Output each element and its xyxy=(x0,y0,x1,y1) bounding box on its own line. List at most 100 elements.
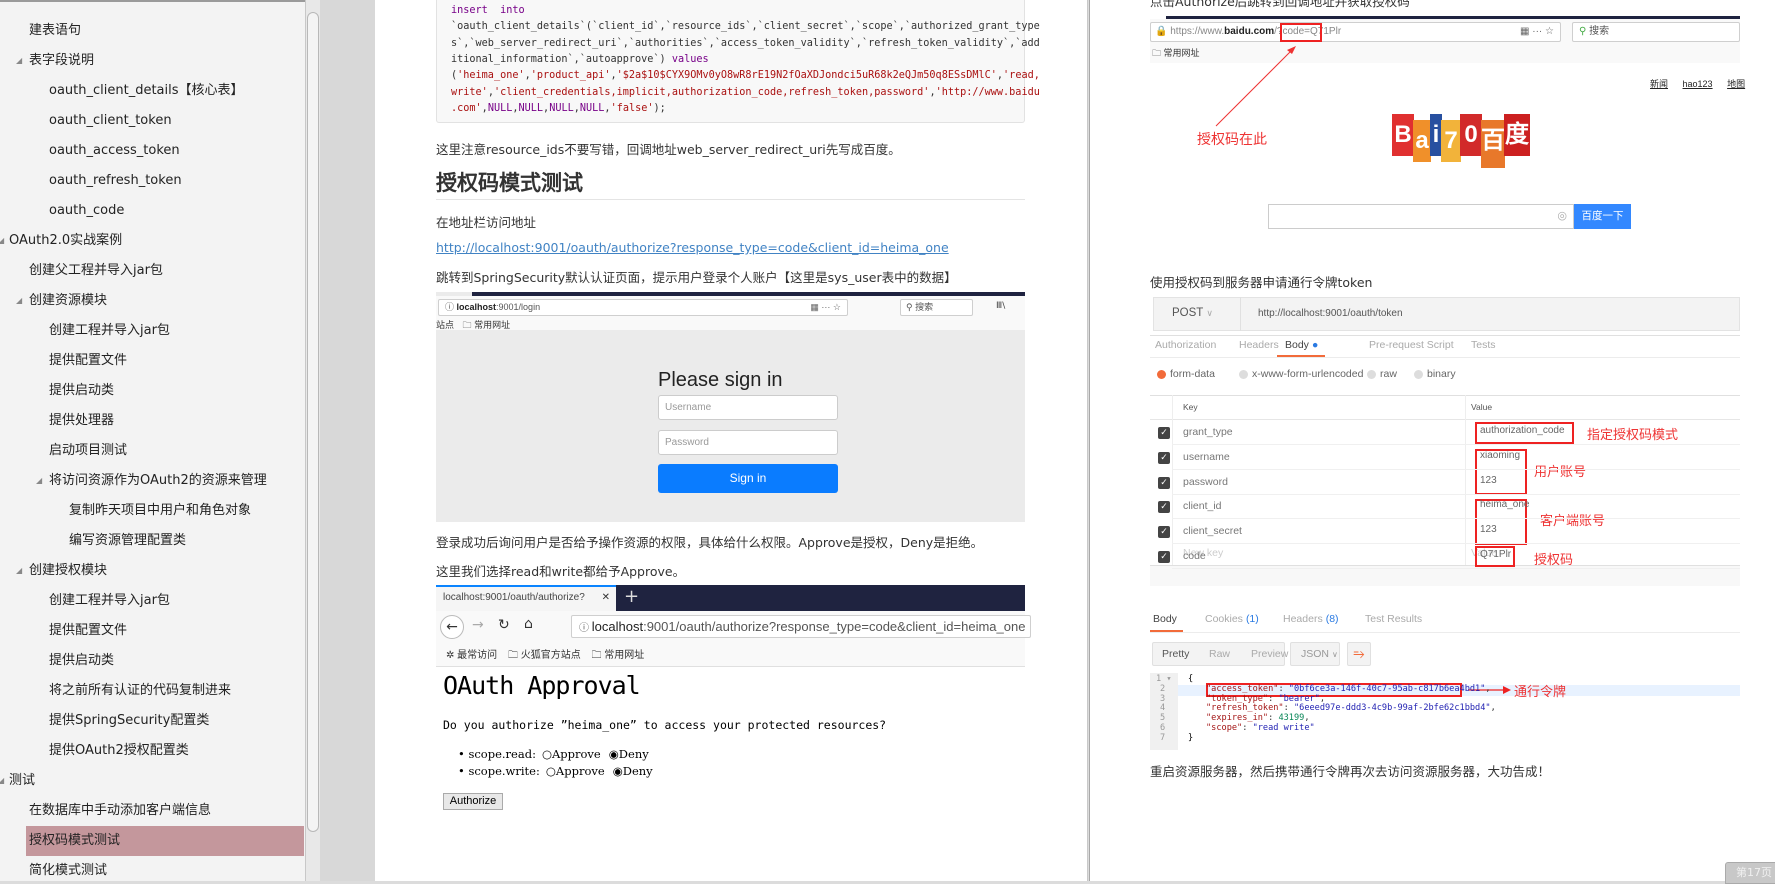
sidebar-item[interactable]: ◢ 测试 xyxy=(0,766,305,796)
row-checkbox[interactable]: ✓ xyxy=(1158,476,1170,489)
approve-radio[interactable]: ○ xyxy=(542,747,552,761)
view-mode-button[interactable]: Raw xyxy=(1209,648,1230,660)
row-checkbox[interactable]: ✓ xyxy=(1158,501,1170,514)
request-tab[interactable]: Pre-request Script xyxy=(1369,339,1454,351)
expand-triangle-icon[interactable]: ◢ xyxy=(0,226,4,256)
body-type-radio[interactable] xyxy=(1367,370,1376,379)
sidebar-item[interactable]: ◢ 表字段说明 xyxy=(0,46,305,76)
back-icon[interactable]: ← xyxy=(440,615,464,639)
row-value[interactable]: 123 xyxy=(1480,524,1497,535)
body-type-label[interactable]: x-www-form-urlencoded xyxy=(1252,368,1363,380)
browser-search-box[interactable]: ⚲ 搜索 xyxy=(900,299,973,316)
expand-triangle-icon[interactable]: ◢ xyxy=(36,466,42,496)
wrap-lines-icon[interactable]: ⥱ xyxy=(1347,642,1371,666)
bookmark-partial[interactable]: 站点 xyxy=(436,320,454,330)
expand-triangle-icon[interactable]: ◢ xyxy=(0,766,4,796)
row-checkbox[interactable]: ✓ xyxy=(1158,551,1170,563)
body-type-label[interactable]: binary xyxy=(1427,368,1456,380)
response-tab[interactable]: Cookies (1) xyxy=(1205,613,1259,625)
sidebar-item[interactable]: oauth_code xyxy=(0,196,305,226)
sidebar-item[interactable]: 提供启动类 xyxy=(0,376,305,406)
sidebar-item[interactable]: 简化模式测试 xyxy=(0,856,305,881)
sidebar-item[interactable]: oauth_client_details【核心表】 xyxy=(0,76,305,106)
expand-triangle-icon[interactable]: ◢ xyxy=(16,286,22,316)
home-icon[interactable]: ⌂ xyxy=(524,616,533,632)
expand-triangle-icon[interactable]: ◢ xyxy=(16,46,22,76)
sidebar-item[interactable]: 创建工程并导入jar包 xyxy=(0,586,305,616)
password-input[interactable]: Password xyxy=(658,430,838,455)
bookmark-common-sites[interactable]: 常用网址 xyxy=(604,650,644,661)
view-mode-button[interactable]: Pretty xyxy=(1162,648,1189,660)
request-url-input[interactable]: http://localhost:9001/oauth/token xyxy=(1258,308,1403,319)
baidu-search-input[interactable]: ◎ xyxy=(1268,204,1574,229)
expand-triangle-icon[interactable]: ◢ xyxy=(16,556,22,586)
method-select[interactable]: POST ∨ xyxy=(1172,307,1213,319)
authorize-button[interactable]: Authorize xyxy=(443,793,503,810)
library-icon[interactable]: Ⅲ\ xyxy=(996,301,1005,311)
sidebar-item[interactable]: 创建工程并导入jar包 xyxy=(0,316,305,346)
row-key[interactable]: grant_type xyxy=(1183,426,1233,438)
sidebar-item[interactable]: ◢ 将访问资源作为OAuth2的资源来管理 xyxy=(0,466,305,496)
row-key[interactable]: client_secret xyxy=(1183,525,1242,537)
sidebar-item[interactable]: 将之前所有认证的代码复制进来 xyxy=(0,676,305,706)
bookmark-firefox-sites[interactable]: 火狐官方站点 xyxy=(521,650,581,661)
sidebar-item[interactable]: ◢ 创建授权模块 xyxy=(0,556,305,586)
response-tab[interactable]: Headers (8) xyxy=(1283,613,1339,625)
deny-radio[interactable]: ◉ xyxy=(613,764,623,778)
sidebar-item[interactable]: 提供SpringSecurity配置类 xyxy=(0,706,305,736)
request-tab[interactable]: Headers xyxy=(1239,339,1279,351)
request-tab[interactable]: Tests xyxy=(1471,339,1496,351)
sidebar-item[interactable]: 创建父工程并导入jar包 xyxy=(0,256,305,286)
body-type-radio[interactable] xyxy=(1414,370,1423,379)
hao123-link[interactable]: hao123 xyxy=(1683,79,1713,89)
sidebar-scroll-thumb[interactable] xyxy=(307,12,319,832)
reload-icon[interactable]: ↻ xyxy=(498,617,510,633)
baidu-search-button[interactable]: 百度一下 xyxy=(1574,204,1631,229)
row-key[interactable]: code xyxy=(1183,550,1206,562)
news-link[interactable]: 新闻 xyxy=(1650,79,1668,89)
sidebar-item[interactable]: 提供处理器 xyxy=(0,406,305,436)
sidebar-item[interactable]: 在数据库中手动添加客户端信息 xyxy=(0,796,305,826)
forward-icon[interactable]: → xyxy=(472,617,484,633)
bookmark-most-visited[interactable]: 最常访问 xyxy=(457,650,497,661)
row-value[interactable]: 123 xyxy=(1480,475,1497,486)
browser-tab[interactable]: localhost:9001/oauth/authorize? ✕ xyxy=(436,585,616,611)
sidebar-item[interactable]: 提供配置文件 xyxy=(0,616,305,646)
response-tab[interactable]: Test Results xyxy=(1365,613,1422,625)
sidebar-item[interactable]: 提供OAuth2授权配置类 xyxy=(0,736,305,766)
sidebar-item[interactable]: 建表语句 xyxy=(0,16,305,46)
request-tab[interactable]: Body ● xyxy=(1285,339,1318,351)
row-key[interactable]: password xyxy=(1183,476,1228,488)
sidebar-item[interactable]: oauth_client_token xyxy=(0,106,305,136)
row-checkbox[interactable]: ✓ xyxy=(1158,427,1170,439)
view-mode-button[interactable]: Preview xyxy=(1251,648,1288,660)
body-type-radio[interactable] xyxy=(1239,370,1248,379)
signin-button[interactable]: Sign in xyxy=(658,464,838,493)
sidebar-item[interactable]: ◢ 创建资源模块 xyxy=(0,286,305,316)
row-key[interactable]: client_id xyxy=(1183,500,1222,512)
sidebar-item[interactable]: 授权码模式测试 xyxy=(26,826,304,856)
row-key[interactable]: username xyxy=(1183,451,1230,463)
login-url-bar[interactable]: ⓘ localhost:9001/login ▦ ··· ☆ xyxy=(438,299,848,316)
map-link[interactable]: 地图 xyxy=(1727,79,1745,89)
sidebar-item[interactable]: 提供配置文件 xyxy=(0,346,305,376)
url-actions-icon[interactable]: ▦ ··· ☆ xyxy=(810,300,841,315)
new-tab-icon[interactable]: + xyxy=(624,585,639,609)
bookmark-folder[interactable]: 常用网址 xyxy=(474,320,510,330)
username-input[interactable]: Username xyxy=(658,395,838,420)
body-type-radio[interactable] xyxy=(1157,370,1166,379)
sidebar-item[interactable]: 复制昨天项目中用户和角色对象 xyxy=(0,496,305,526)
sidebar-item[interactable]: 编写资源管理配置类 xyxy=(0,526,305,556)
row-value[interactable]: xiaoming xyxy=(1480,450,1520,461)
body-type-label[interactable]: form-data xyxy=(1170,368,1215,380)
row-checkbox[interactable]: ✓ xyxy=(1158,526,1170,539)
sidebar-item[interactable]: oauth_access_token xyxy=(0,136,305,166)
approval-url-bar[interactable]: ⓘ localhost:9001/oauth/authorize?respons… xyxy=(571,615,1031,638)
camera-icon[interactable]: ◎ xyxy=(1557,209,1567,222)
sidebar-item[interactable]: 启动项目测试 xyxy=(0,436,305,466)
deny-radio[interactable]: ◉ xyxy=(609,747,619,761)
sidebar-item[interactable]: oauth_refresh_token xyxy=(0,166,305,196)
request-tab[interactable]: Authorization xyxy=(1155,339,1216,351)
body-type-label[interactable]: raw xyxy=(1380,368,1397,380)
approve-radio[interactable]: ○ xyxy=(546,764,556,778)
